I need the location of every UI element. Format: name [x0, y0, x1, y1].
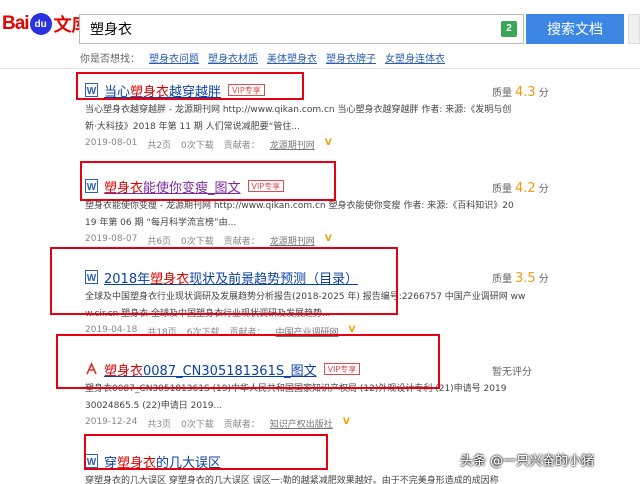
result-date: 2019-08-07 — [85, 234, 138, 244]
result-downloads: 0次下载 — [181, 237, 214, 247]
side-panel-toggle[interactable] — [628, 14, 640, 44]
quality-score: 质量 4.3 分 — [492, 85, 549, 100]
search-input[interactable] — [80, 15, 500, 43]
result-meta: 2019-08-01 共2页 0次下载 贡献者： 龙源期刊网 V — [85, 138, 555, 151]
suggestion-row: 你是否想找： 塑身衣问题 塑身衣材质 美体塑身衣 塑身衣牌子 女塑身连体衣 — [80, 50, 445, 65]
contributor-link[interactable]: 知识产权出版社 — [270, 417, 333, 430]
result-downloads: 0次下载 — [181, 420, 214, 430]
suggestion-link[interactable]: 美体塑身衣 — [267, 50, 317, 65]
suggestion-label: 你是否想找： — [80, 54, 140, 65]
quality-score: 暂无评分 — [492, 367, 532, 378]
suggestion-link[interactable]: 塑身衣牌子 — [326, 50, 376, 65]
search-box: 2 — [79, 14, 524, 44]
result-snippet: 穿塑身衣的几大误区 穿塑身衣的几大误区 误区一:勒的越紧减肥效果越好。由于不完美… — [85, 476, 499, 484]
suggestion-link[interactable]: 塑身衣问题 — [149, 50, 199, 65]
result-snippet: 19 年第 06 期 “每月科学流言榜”由... — [85, 218, 237, 228]
annotation-box — [76, 72, 304, 100]
search-button[interactable]: 搜索文档 — [526, 14, 624, 44]
verified-v-icon: V — [342, 417, 350, 427]
suggestion-link[interactable]: 塑身衣材质 — [208, 50, 258, 65]
suggestion-link[interactable]: 女塑身连体衣 — [385, 50, 445, 65]
verified-v-icon: V — [324, 138, 332, 148]
annotation-box — [84, 434, 328, 470]
result-snippet: 新·大科技》2018 年第 11 期 人们常说减肥要“管住... — [85, 122, 300, 132]
quality-score: 质量 4.2 分 — [492, 181, 549, 196]
annotation-box — [80, 161, 336, 201]
verified-v-icon: V — [324, 234, 332, 244]
paw-icon: du — [29, 13, 52, 35]
result-pages: 共2页 — [147, 141, 172, 151]
result-pages: 共3页 — [147, 420, 172, 430]
result-date: 2019-08-01 — [85, 138, 138, 148]
result-count-badge: 2 — [501, 21, 517, 37]
contributor-label: 贡献者： — [223, 420, 260, 430]
logo-text-bai: Bai — [2, 13, 30, 34]
result-snippet: 塑身衣能使你变瘦 - 龙源期刊网 http://www.qikan.com.cn… — [85, 201, 514, 211]
annotation-box — [56, 334, 440, 389]
contributor-link[interactable]: 龙源期刊网 — [270, 138, 315, 151]
contributor-label: 贡献者： — [223, 237, 260, 247]
baidu-wenku-logo[interactable]: Bai du 文库 — [2, 12, 90, 36]
result-meta: 2019-12-24 共3页 0次下载 贡献者： 知识产权出版社 V — [85, 417, 555, 430]
result-downloads: 0次下载 — [181, 141, 214, 151]
header-divider — [0, 68, 640, 69]
result-snippet: 30024865.5 (22)申请日 2019... — [85, 401, 223, 411]
watermark-text: 头条 @一只兴奋的小猪 — [460, 454, 595, 469]
result-pages: 共6页 — [147, 237, 172, 247]
quality-score: 质量 3.5 分 — [492, 271, 549, 286]
contributor-link[interactable]: 龙源期刊网 — [270, 234, 315, 247]
contributor-label: 贡献者： — [223, 141, 260, 151]
header: Bai du 文库 2 搜索文档 — [0, 0, 640, 44]
annotation-box — [50, 247, 398, 315]
result-meta: 2019-08-07 共6页 0次下载 贡献者： 龙源期刊网 V — [85, 234, 555, 247]
result-snippet: 当心塑身衣越穿越胖 - 龙源期刊网 http://www.qikan.com.c… — [85, 105, 512, 115]
result-date: 2019-12-24 — [85, 417, 138, 427]
